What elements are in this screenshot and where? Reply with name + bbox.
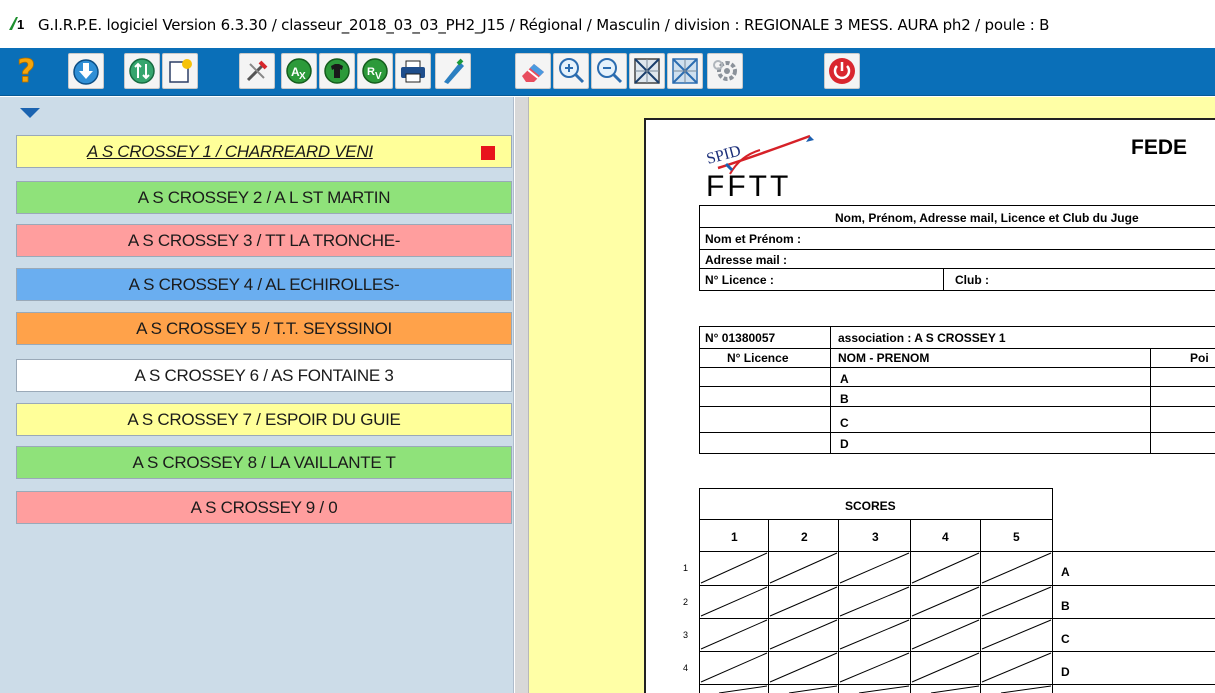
zoom-in-icon <box>559 58 585 84</box>
svg-text:?: ? <box>17 55 36 85</box>
row-number: 3 <box>683 630 689 640</box>
title-bar: 1 G.I.R.P.E. logiciel Version 6.3.30 / c… <box>0 0 1215 48</box>
grid-x-alt-button[interactable] <box>667 53 703 89</box>
col-points-header: Poi <box>1190 351 1209 365</box>
team-item[interactable]: A S CROSSEY 9 / 0 <box>16 491 512 524</box>
help-icon: ? <box>17 55 36 85</box>
toolbar: ? A X R V <box>0 48 1215 96</box>
selected-marker-icon <box>481 146 495 160</box>
pen-icon <box>444 58 464 84</box>
team-item[interactable]: A S CROSSEY 2 / A L ST MARTIN <box>16 181 512 214</box>
col-licence-header: N° Licence <box>727 351 789 365</box>
score-col-header: 3 <box>872 530 879 544</box>
judge-licence-label: N° Licence : <box>705 273 774 287</box>
svg-text:1: 1 <box>17 17 24 32</box>
pen-button[interactable] <box>435 53 471 89</box>
col-name-header: NOM - PRENOM <box>838 351 930 365</box>
print-icon <box>401 60 425 83</box>
row-number: 4 <box>683 663 689 673</box>
team-item-label: A S CROSSEY 5 / T.T. SEYSSINOI <box>136 319 392 338</box>
rv-button[interactable]: R V <box>357 53 393 89</box>
power-button[interactable] <box>824 53 860 89</box>
judge-header: Nom, Prénom, Adresse mail, Licence et Cl… <box>835 211 1139 225</box>
print-button[interactable] <box>395 53 431 89</box>
settings-button[interactable] <box>707 53 743 89</box>
judge-club-label: Club : <box>955 273 989 287</box>
team-item[interactable]: A S CROSSEY 1 / CHARREARD VENI <box>16 135 512 168</box>
fftt-logo: SPID FFTT <box>705 134 814 203</box>
jersey-button[interactable] <box>319 53 355 89</box>
grid-x-alt-icon <box>672 58 698 84</box>
jersey-icon <box>324 58 350 84</box>
team-item-label: A S CROSSEY 2 / A L ST MARTIN <box>137 188 391 207</box>
svg-text:R: R <box>367 66 375 78</box>
score-col-header: 4 <box>942 530 949 544</box>
row-letter: D <box>1061 665 1070 679</box>
svg-text:X: X <box>299 71 306 82</box>
team-item[interactable]: A S CROSSEY 4 / AL ECHIROLLES- <box>16 268 512 301</box>
grid-x-button[interactable] <box>629 53 665 89</box>
zoom-out-icon <box>597 58 623 84</box>
row-number: 2 <box>683 597 689 607</box>
rv-icon: R V <box>362 58 388 84</box>
association-name: association : A S CROSSEY 1 <box>838 331 1006 345</box>
new-document-icon <box>169 59 192 83</box>
window-title: G.I.R.P.E. logiciel Version 6.3.30 / cla… <box>38 16 1050 34</box>
judge-name-label: Nom et Prénom : <box>705 232 802 246</box>
app-logo-icon: 1 <box>6 13 28 35</box>
eraser-icon <box>522 64 544 82</box>
help-button[interactable]: ? <box>9 53 45 89</box>
app-window: 1 G.I.R.P.E. logiciel Version 6.3.30 / c… <box>0 0 1215 693</box>
sort-button[interactable] <box>124 53 160 89</box>
eraser-button[interactable] <box>515 53 551 89</box>
zoom-out-button[interactable] <box>591 53 627 89</box>
player-letter: B <box>840 392 849 406</box>
new-document-button[interactable] <box>162 53 198 89</box>
ax-button[interactable]: A X <box>281 53 317 89</box>
judge-email-label: Adresse mail : <box>705 253 788 267</box>
settings-icon <box>713 60 737 81</box>
team-item-label: A S CROSSEY 1 / CHARREARD VENI <box>87 142 373 161</box>
collapse-arrow-icon[interactable] <box>20 108 40 118</box>
tools-button[interactable] <box>239 53 275 89</box>
score-col-header: 2 <box>801 530 808 544</box>
power-icon <box>829 58 855 84</box>
score-col-header: 5 <box>1013 530 1020 544</box>
ax-icon: A X <box>286 58 312 84</box>
team-item-label: A S CROSSEY 7 / ESPOIR DU GUIE <box>127 410 401 429</box>
team-item-label: A S CROSSEY 8 / LA VAILLANTE T <box>132 453 396 472</box>
association-number: N° 01380057 <box>705 331 776 345</box>
download-button[interactable] <box>68 53 104 89</box>
team-item[interactable]: A S CROSSEY 6 / AS FONTAINE 3 <box>16 359 512 392</box>
row-letter: C <box>1061 632 1070 646</box>
team-item-label: A S CROSSEY 4 / AL ECHIROLLES- <box>128 275 400 294</box>
team-item[interactable]: A S CROSSEY 7 / ESPOIR DU GUIE <box>16 403 512 436</box>
tools-icon <box>246 60 268 82</box>
score-col-header: 1 <box>731 530 738 544</box>
player-letter: A <box>840 372 849 386</box>
grid-x-icon <box>634 58 660 84</box>
player-letter: D <box>840 437 849 451</box>
sort-icon <box>129 58 155 84</box>
preview-scroll-strip[interactable] <box>515 97 529 693</box>
federation-title: FEDE <box>1131 136 1188 159</box>
zoom-in-button[interactable] <box>553 53 589 89</box>
download-icon <box>73 59 99 85</box>
row-number: 1 <box>683 563 689 573</box>
team-item[interactable]: A S CROSSEY 8 / LA VAILLANTE T <box>16 446 512 479</box>
svg-text:FFTT: FFTT <box>706 170 791 203</box>
player-letter: C <box>840 416 849 430</box>
row-letter: A <box>1061 565 1070 579</box>
score-diagonals <box>700 552 1052 693</box>
row-letter: B <box>1061 599 1070 613</box>
svg-text:V: V <box>375 71 382 82</box>
team-item-label: A S CROSSEY 3 / TT LA TRONCHE- <box>127 231 401 250</box>
team-item[interactable]: A S CROSSEY 5 / T.T. SEYSSINOI <box>16 312 512 345</box>
team-item-label: A S CROSSEY 9 / 0 <box>190 498 338 517</box>
team-item-label: A S CROSSEY 6 / AS FONTAINE 3 <box>134 366 394 385</box>
scores-title: SCORES <box>845 499 896 513</box>
team-item[interactable]: A S CROSSEY 3 / TT LA TRONCHE- <box>16 224 512 257</box>
